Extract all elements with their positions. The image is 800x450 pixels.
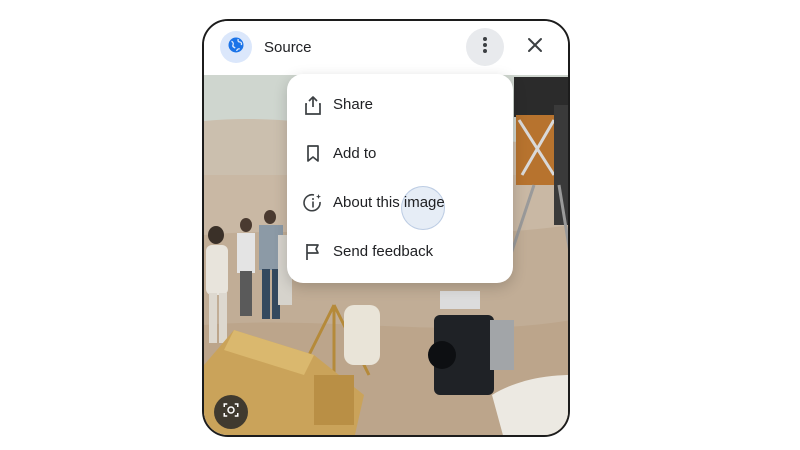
top-bar: Source [204,21,568,75]
source-title: Source [264,39,312,56]
overflow-menu: Share Add to About this image Send feedb… [287,74,513,283]
close-button[interactable] [520,32,550,62]
flag-icon [303,242,323,262]
info-sparkle-icon [303,193,323,213]
close-icon [527,37,543,58]
lens-search-icon [222,401,240,424]
menu-item-label: Share [333,96,374,113]
globe-icon [227,36,245,59]
menu-item-label: Add to [333,145,377,162]
menu-item-send-feedback[interactable]: Send feedback [287,227,513,276]
menu-item-add-to[interactable]: Add to [287,129,513,178]
lens-search-button[interactable] [214,395,248,429]
more-options-button[interactable] [466,28,504,66]
share-icon [303,95,323,115]
menu-item-about-this-image[interactable]: About this image [287,178,513,227]
menu-item-label: About this image [333,194,445,211]
site-avatar[interactable] [220,31,252,63]
menu-item-label: Send feedback [333,243,434,260]
bookmark-icon [303,144,323,164]
more-vert-icon [482,36,488,59]
menu-item-share[interactable]: Share [287,80,513,129]
